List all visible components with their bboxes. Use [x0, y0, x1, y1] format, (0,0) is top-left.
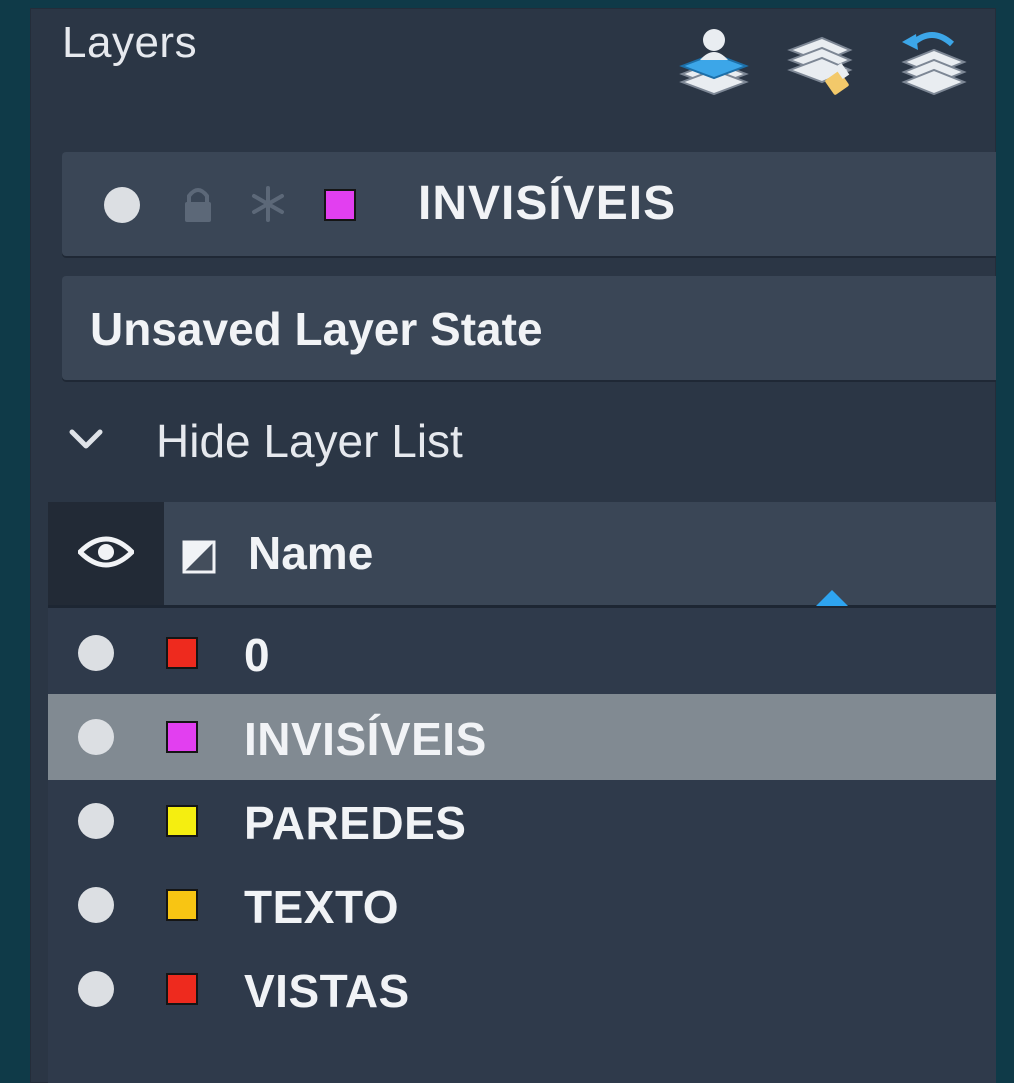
layer-manager-icon[interactable] [782, 22, 862, 102]
layers-panel: Layers INVISÍVEIS Unsaved Layer State Hi… [30, 8, 996, 1083]
layer-list: Name 0 INVISÍVEIS PAREDES TEXTO VISTAS [48, 502, 996, 1083]
layer-row[interactable]: INVISÍVEIS [48, 694, 996, 780]
lock-icon[interactable] [180, 184, 216, 224]
layer-color-swatch[interactable] [166, 637, 198, 669]
hide-layer-list-toggle[interactable]: Hide Layer List [30, 400, 996, 500]
layer-row[interactable]: PAREDES [48, 778, 996, 864]
layer-state-dropdown[interactable]: Unsaved Layer State [62, 276, 996, 382]
eye-icon [78, 536, 134, 568]
panel-title: Layers [62, 18, 198, 67]
layer-visibility-toggle[interactable] [78, 971, 114, 1007]
layer-state-label: Unsaved Layer State [90, 303, 543, 355]
layer-color-swatch[interactable] [166, 889, 198, 921]
current-layer-dropdown[interactable]: INVISÍVEIS [62, 152, 996, 258]
layer-row[interactable]: 0 [48, 610, 996, 696]
freeze-icon[interactable] [250, 184, 286, 224]
restore-layer-state-icon[interactable] [894, 22, 974, 102]
layer-visibility-toggle[interactable] [78, 719, 114, 755]
layer-visibility-toggle[interactable] [78, 887, 114, 923]
layer-row[interactable]: VISTAS [48, 946, 996, 1032]
layer-name: PAREDES [244, 797, 467, 849]
sort-ascending-icon [816, 590, 848, 606]
layer-name: INVISÍVEIS [244, 713, 487, 765]
layer-name: TEXTO [244, 881, 400, 933]
layer-name: 0 [244, 629, 271, 681]
visibility-dot-icon[interactable] [104, 187, 140, 223]
layer-color-swatch[interactable] [166, 973, 198, 1005]
layer-list-header: Name [48, 502, 996, 608]
current-layer-color-swatch[interactable] [324, 189, 356, 221]
layer-color-swatch[interactable] [166, 721, 198, 753]
hide-layer-list-label: Hide Layer List [156, 415, 463, 467]
name-column-header[interactable]: Name [248, 526, 373, 580]
layer-visibility-toggle[interactable] [78, 803, 114, 839]
layer-row[interactable]: TEXTO [48, 862, 996, 948]
layer-name: VISTAS [244, 965, 410, 1017]
color-column-icon[interactable] [182, 540, 216, 574]
current-layer-name: INVISÍVEIS [418, 177, 677, 230]
panel-header: Layers [30, 8, 996, 128]
layer-visibility-toggle[interactable] [78, 635, 114, 671]
visibility-column-header[interactable] [48, 502, 164, 605]
chevron-down-icon[interactable] [66, 420, 106, 460]
new-layer-icon[interactable] [674, 22, 754, 102]
layer-color-swatch[interactable] [166, 805, 198, 837]
